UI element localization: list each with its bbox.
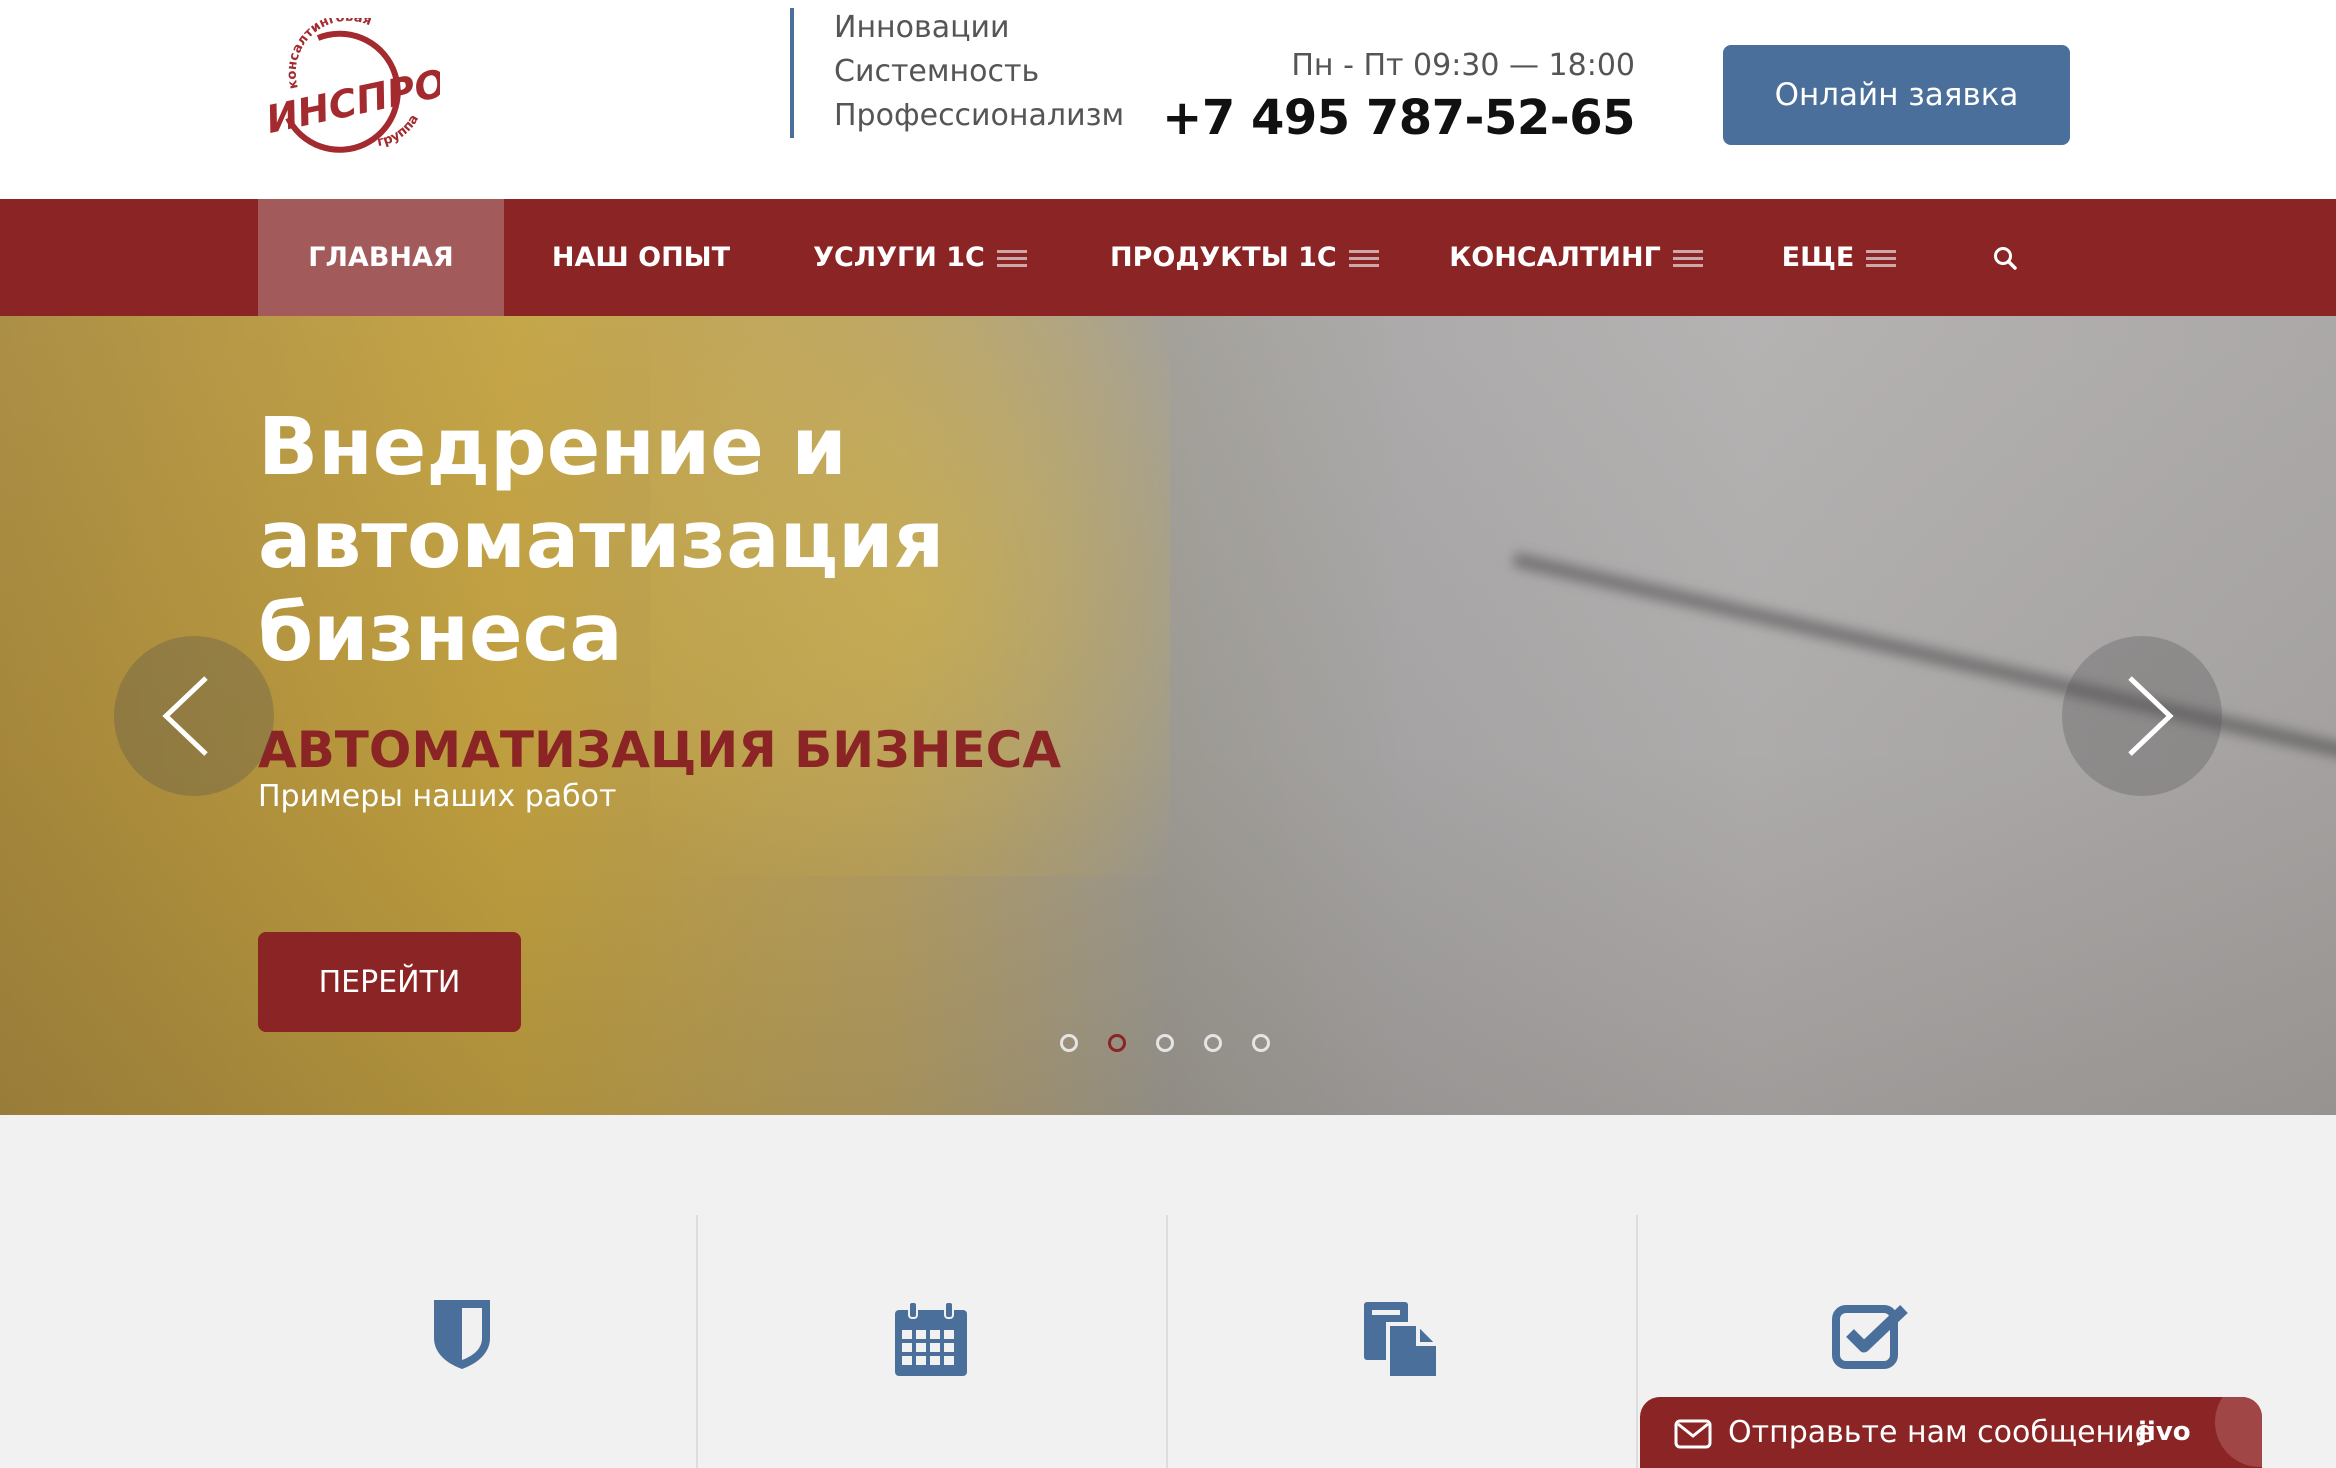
divider xyxy=(1636,1215,1638,1468)
chevron-left-icon xyxy=(162,676,208,756)
company-logo[interactable]: консалтинговая группа ИНСПРО xyxy=(258,10,451,170)
tagline-line-2: Системность xyxy=(834,54,1040,89)
menu-icon xyxy=(996,248,1027,268)
tagline-line-3: Профессионализм xyxy=(834,98,1125,133)
shield-icon xyxy=(432,1298,492,1374)
nav-item-label: ПРОДУКТЫ 1С xyxy=(1110,242,1337,273)
nav-item-consulting[interactable]: КОНСАЛТИНГ xyxy=(1444,199,1708,316)
hero-slider: Внедрение и автоматизация бизнеса АВТОМА… xyxy=(0,316,2336,1115)
nav-item-products[interactable]: ПРОДУКТЫ 1С xyxy=(1110,199,1379,316)
hero-caption: Примеры наших работ xyxy=(258,779,617,814)
main-nav: ГЛАВНАЯ НАШ ОПЫТ УСЛУГИ 1С ПРОДУКТЫ 1С К… xyxy=(0,199,2336,316)
slider-dot-3[interactable] xyxy=(1156,1034,1174,1052)
slider-next-button[interactable] xyxy=(2062,636,2222,796)
menu-icon xyxy=(1866,248,1897,268)
chat-brand-logo: jivo xyxy=(2138,1417,2191,1447)
divider xyxy=(1166,1215,1168,1468)
slider-dot-2[interactable] xyxy=(1108,1034,1126,1052)
chat-widget[interactable]: Отправьте нам сообщение jivo xyxy=(1640,1397,2262,1468)
chat-label: Отправьте нам сообщение xyxy=(1728,1415,2154,1450)
search-icon xyxy=(1994,246,2017,270)
slider-dot-4[interactable] xyxy=(1204,1034,1222,1052)
search-button[interactable] xyxy=(1980,199,2030,316)
divider xyxy=(696,1215,698,1468)
site-header: консалтинговая группа ИНСПРО Инновации С… xyxy=(0,0,2336,199)
nav-item-label: ЕЩЕ xyxy=(1781,242,1855,273)
envelope-icon xyxy=(1674,1419,1712,1449)
menu-icon xyxy=(1348,248,1379,268)
nav-item-label: УСЛУГИ 1С xyxy=(813,242,985,273)
chat-corner-decoration xyxy=(2215,1397,2262,1467)
working-hours: Пн - Пт 09:30 — 18:00 xyxy=(1291,48,1635,83)
nav-item-home[interactable]: ГЛАВНАЯ xyxy=(258,199,504,316)
hero-title: Внедрение и автоматизация бизнеса xyxy=(258,401,945,679)
chevron-right-icon xyxy=(2128,676,2174,756)
tagline: Инновации Системность Профессионализм xyxy=(834,6,1174,138)
hero-subtitle: АВТОМАТИЗАЦИЯ БИЗНЕСА xyxy=(258,721,1062,779)
slider-prev-button[interactable] xyxy=(114,636,274,796)
tagline-line-1: Инновации xyxy=(834,10,1010,45)
go-button[interactable]: ПЕРЕЙТИ xyxy=(258,932,521,1032)
nav-item-label: ГЛАВНАЯ xyxy=(308,242,454,273)
calendar-icon xyxy=(893,1300,969,1382)
tagline-divider xyxy=(790,8,794,138)
online-request-button[interactable]: Онлайн заявка xyxy=(1723,45,2070,145)
slider-dot-1[interactable] xyxy=(1060,1034,1078,1052)
nav-item-services[interactable]: УСЛУГИ 1С xyxy=(810,199,1030,316)
phone-number[interactable]: +7 495 787-52-65 xyxy=(1162,90,1635,146)
nav-item-experience[interactable]: НАШ ОПЫТ xyxy=(530,199,752,316)
menu-icon xyxy=(1672,248,1703,268)
documents-icon xyxy=(1362,1300,1442,1384)
nav-item-more[interactable]: ЕЩЕ xyxy=(1764,199,1914,316)
nav-item-label: НАШ ОПЫТ xyxy=(551,242,731,273)
nav-item-label: КОНСАЛТИНГ xyxy=(1449,242,1661,273)
slider-dot-5[interactable] xyxy=(1252,1034,1270,1052)
checkbox-icon xyxy=(1832,1303,1912,1373)
